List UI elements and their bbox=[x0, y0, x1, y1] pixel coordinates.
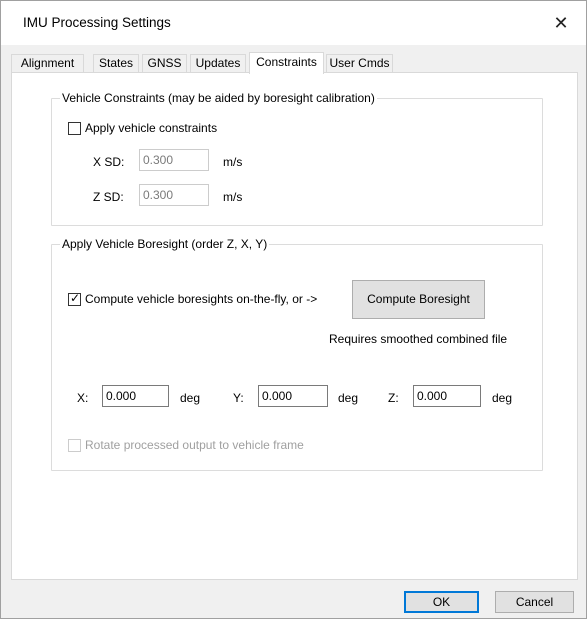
x-label: X: bbox=[77, 391, 89, 405]
constraints-panel: Vehicle Constraints (may be aided by bor… bbox=[11, 72, 578, 580]
y-unit: deg bbox=[338, 391, 359, 405]
tab-strip: Alignment States GNSS Updates Constraint… bbox=[11, 52, 571, 74]
title-bar: IMU Processing Settings ✕ bbox=[1, 1, 586, 45]
vehicle-constraints-group: Vehicle Constraints (may be aided by bor… bbox=[51, 91, 543, 226]
cancel-button[interactable]: Cancel bbox=[495, 591, 574, 613]
zsd-unit: m/s bbox=[223, 190, 243, 204]
x-input[interactable]: 0.000 bbox=[102, 385, 169, 407]
tab-updates[interactable]: Updates bbox=[190, 54, 246, 73]
xsd-input[interactable]: 0.300 bbox=[139, 149, 209, 171]
y-input[interactable]: 0.000 bbox=[258, 385, 328, 407]
boresight-group: Apply Vehicle Boresight (order Z, X, Y) … bbox=[51, 237, 543, 471]
compute-onthefly-label[interactable]: Compute vehicle boresights on-the-fly, o… bbox=[85, 292, 317, 306]
ok-button[interactable]: OK bbox=[404, 591, 479, 613]
apply-constraints-label[interactable]: Apply vehicle constraints bbox=[85, 121, 217, 135]
zsd-input[interactable]: 0.300 bbox=[139, 184, 209, 206]
tab-user-cmds[interactable]: User Cmds bbox=[326, 54, 393, 73]
rotate-output-label[interactable]: Rotate processed output to vehicle frame bbox=[85, 438, 304, 452]
z-input[interactable]: 0.000 bbox=[413, 385, 481, 407]
boresight-title: Apply Vehicle Boresight (order Z, X, Y) bbox=[60, 237, 270, 251]
tab-alignment[interactable]: Alignment bbox=[11, 54, 84, 73]
z-unit: deg bbox=[492, 391, 513, 405]
tab-states[interactable]: States bbox=[93, 54, 139, 73]
rotate-output-checkbox[interactable] bbox=[68, 439, 81, 452]
z-label: Z: bbox=[388, 391, 399, 405]
vehicle-constraints-title: Vehicle Constraints (may be aided by bor… bbox=[60, 91, 377, 105]
checkmark-icon: ✓ bbox=[70, 291, 81, 305]
dialog-window: IMU Processing Settings ✕ Alignment Stat… bbox=[0, 0, 587, 619]
x-unit: deg bbox=[180, 391, 201, 405]
dialog-title: IMU Processing Settings bbox=[23, 15, 171, 30]
requires-note: Requires smoothed combined file bbox=[329, 332, 508, 346]
y-label: Y: bbox=[233, 391, 244, 405]
apply-constraints-checkbox[interactable] bbox=[68, 122, 81, 135]
compute-boresight-button[interactable]: Compute Boresight bbox=[352, 280, 485, 319]
zsd-label: Z SD: bbox=[93, 190, 124, 204]
close-icon[interactable]: ✕ bbox=[546, 9, 576, 37]
tab-constraints[interactable]: Constraints bbox=[249, 52, 324, 74]
xsd-label: X SD: bbox=[93, 155, 125, 169]
tab-gnss[interactable]: GNSS bbox=[142, 54, 187, 73]
compute-onthefly-checkbox[interactable]: ✓ bbox=[68, 291, 81, 306]
xsd-unit: m/s bbox=[223, 155, 243, 169]
